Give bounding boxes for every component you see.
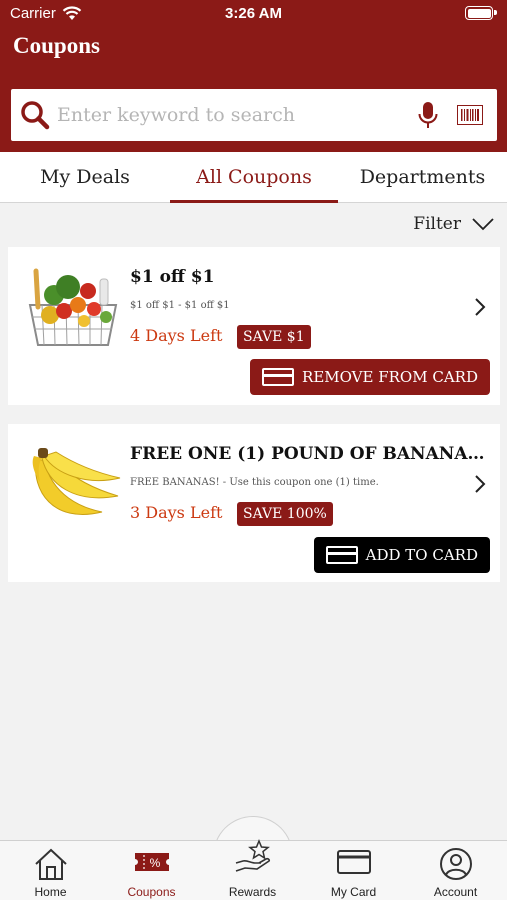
- svg-text:%: %: [149, 856, 160, 870]
- add-to-card-label: ADD TO CARD: [365, 546, 478, 564]
- nav-coupons[interactable]: % Coupons: [101, 841, 202, 900]
- tab-my-deals[interactable]: My Deals: [0, 152, 170, 202]
- microphone-icon[interactable]: [417, 101, 439, 131]
- add-to-card-button[interactable]: ADD TO CARD: [313, 537, 490, 573]
- tab-departments[interactable]: Departments: [338, 152, 507, 202]
- filter-label: Filter: [413, 214, 461, 234]
- status-bar: Carrier 3:26 AM: [0, 0, 507, 28]
- clock: 3:26 AM: [225, 5, 282, 22]
- coupon-title: FREE ONE (1) POUND OF BANANAS (US...: [130, 444, 490, 464]
- coupon-description: FREE BANANAS! - Use this coupon one (1) …: [130, 477, 379, 488]
- nav-coupons-label: Coupons: [127, 885, 176, 899]
- nav-account-label: Account: [433, 885, 478, 899]
- coupon-title: $1 off $1: [130, 267, 215, 287]
- days-left-label: 4 Days Left: [130, 326, 223, 345]
- card-icon: [262, 368, 295, 386]
- grocery-basket-image: [28, 268, 118, 346]
- barcode-scanner-icon[interactable]: [457, 105, 483, 125]
- card-icon: [325, 546, 358, 564]
- chevron-right-icon[interactable]: [474, 297, 486, 317]
- nav-rewards-label: Rewards: [228, 885, 277, 899]
- save-badge: SAVE $1: [237, 325, 311, 349]
- battery-icon: [465, 6, 497, 20]
- nav-account[interactable]: Account: [404, 841, 507, 900]
- filter-button[interactable]: Filter: [413, 212, 495, 236]
- days-left-label: 3 Days Left: [130, 503, 223, 522]
- card-icon: [336, 850, 371, 874]
- nav-my-card[interactable]: My Card: [303, 841, 404, 900]
- search-icon[interactable]: [19, 99, 51, 131]
- coupon-card[interactable]: FREE ONE (1) POUND OF BANANAS (US... FRE…: [8, 424, 500, 582]
- bottom-tab-bar: Home % Coupons Rewards My Card Account: [0, 839, 507, 900]
- remove-from-card-button[interactable]: REMOVE FROM CARD: [250, 359, 490, 395]
- search-bar[interactable]: [11, 89, 497, 141]
- account-icon: [439, 848, 472, 880]
- coupon-card[interactable]: $1 off $1 $1 off $1 - $1 off $1 4 Days L…: [8, 247, 500, 405]
- coupon-description: $1 off $1 - $1 off $1: [130, 300, 230, 311]
- tab-all-coupons[interactable]: All Coupons: [170, 152, 338, 203]
- app-header: Carrier 3:26 AM Coupons: [0, 0, 507, 152]
- nav-my-card-label: My Card: [330, 885, 377, 899]
- page-title: Coupons: [13, 33, 100, 58]
- chevron-down-icon: [472, 218, 494, 231]
- coupon-ticket-icon: %: [134, 853, 169, 871]
- rewards-star-hand-icon: [235, 839, 270, 872]
- coupon-tabs: My Deals All Coupons Departments: [0, 152, 507, 203]
- nav-home-label: Home: [34, 885, 67, 899]
- save-badge: SAVE 100%: [237, 502, 333, 526]
- nav-rewards[interactable]: Rewards: [202, 839, 303, 900]
- chevron-right-icon[interactable]: [474, 474, 486, 494]
- remove-from-card-label: REMOVE FROM CARD: [302, 368, 478, 386]
- search-input[interactable]: [57, 97, 357, 133]
- nav-home[interactable]: Home: [0, 841, 101, 900]
- bananas-image: [32, 448, 121, 515]
- home-icon: [34, 848, 67, 880]
